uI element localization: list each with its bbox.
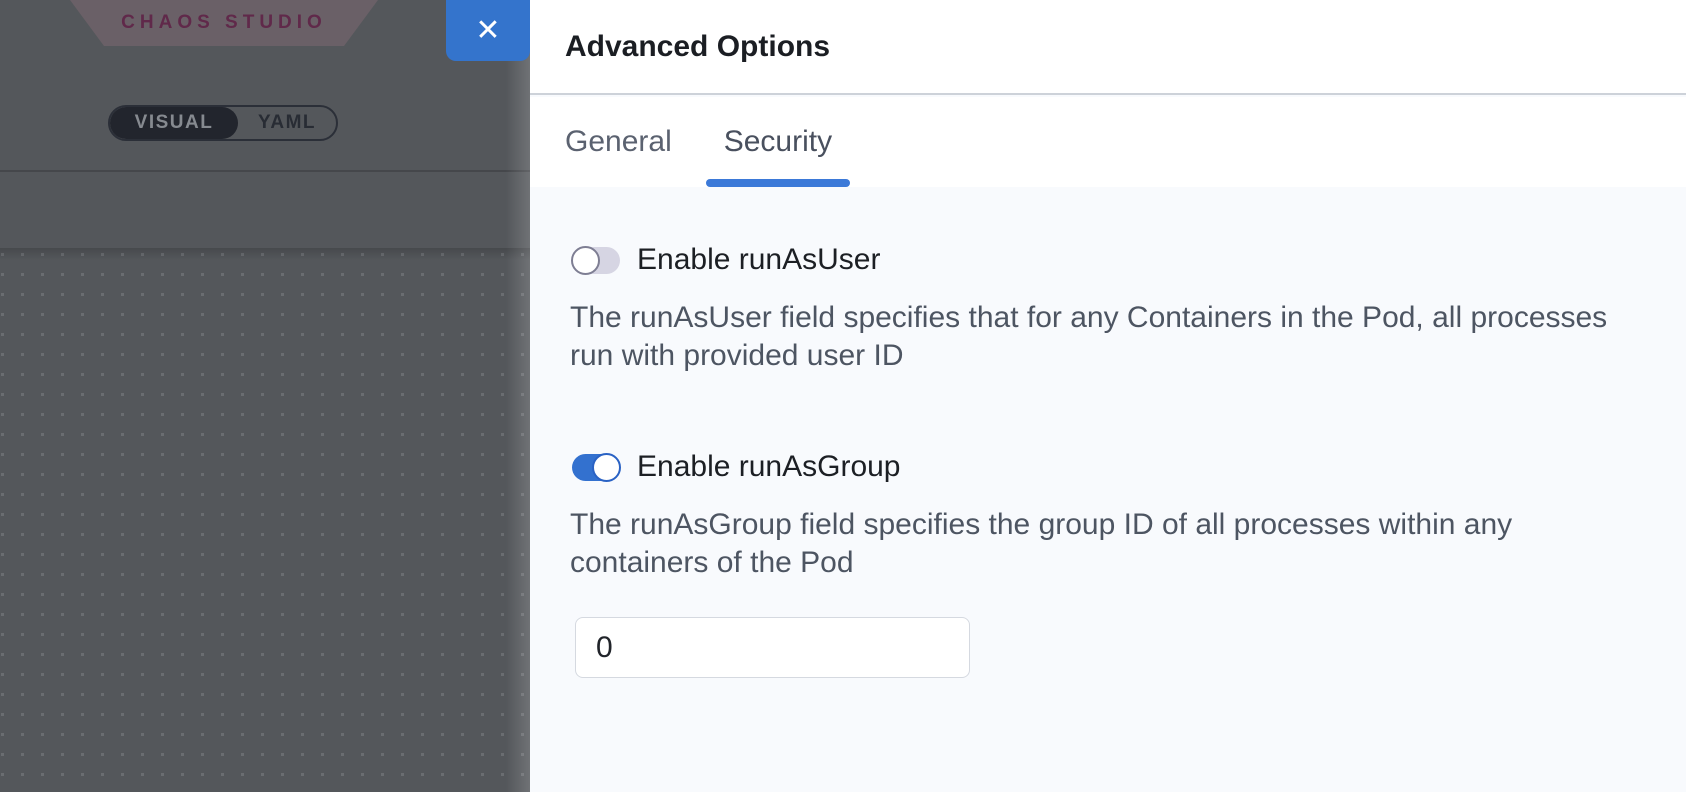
- tab-security-label: Security: [724, 125, 832, 159]
- screen: CHAOS STUDIO VISUAL YAML ✕ Advanced Opti…: [0, 0, 1686, 792]
- run-as-group-toggle[interactable]: [572, 454, 620, 481]
- tab-general[interactable]: General: [551, 97, 686, 187]
- chaos-studio-badge: CHAOS STUDIO: [70, 0, 378, 46]
- toolbar-divider: [0, 170, 530, 172]
- pipeline-dot-grid-canvas: [0, 248, 530, 792]
- canvas-backdrop: CHAOS STUDIO VISUAL YAML ✕: [0, 0, 530, 792]
- run-as-user-toggle[interactable]: [572, 247, 620, 274]
- run-as-user-label: Enable runAsUser: [637, 243, 880, 277]
- chaos-studio-badge-label: CHAOS STUDIO: [121, 12, 327, 34]
- toggle-knob: [571, 246, 600, 275]
- yaml-tab[interactable]: YAML: [238, 107, 336, 139]
- run-as-user-row: Enable runAsUser: [572, 232, 880, 288]
- run-as-group-description: The runAsGroup field specifies the group…: [570, 506, 1512, 582]
- active-tab-underline: [706, 179, 850, 187]
- close-icon: ✕: [475, 13, 500, 48]
- drawer-header: Advanced Options: [530, 0, 1686, 95]
- toggle-knob: [592, 453, 621, 482]
- visual-yaml-toggle[interactable]: VISUAL YAML: [108, 105, 338, 141]
- run-as-user-description: The runAsUser field specifies that for a…: [570, 299, 1607, 375]
- run-as-group-value-input[interactable]: [575, 617, 970, 678]
- tab-security[interactable]: Security: [706, 97, 850, 187]
- visual-tab[interactable]: VISUAL: [110, 107, 238, 139]
- security-tab-panel: Enable runAsUser The runAsUser field spe…: [530, 187, 1686, 792]
- close-drawer-button[interactable]: ✕: [446, 0, 530, 61]
- run-as-group-label: Enable runAsGroup: [637, 450, 901, 484]
- run-as-group-row: Enable runAsGroup: [572, 439, 901, 495]
- drawer-tabs: General Security: [530, 97, 1686, 187]
- drawer-title: Advanced Options: [565, 30, 830, 64]
- advanced-options-drawer: Advanced Options General Security Enable…: [530, 0, 1686, 792]
